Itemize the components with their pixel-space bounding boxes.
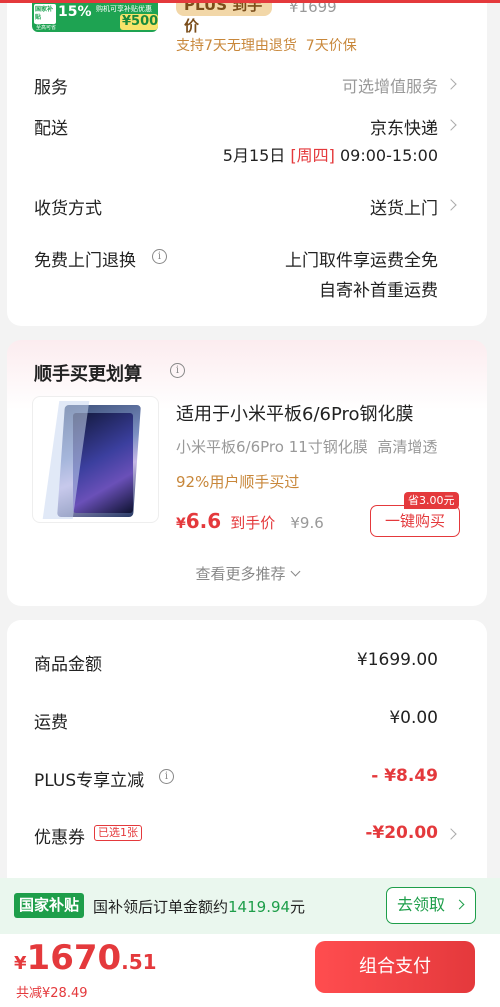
freight-value: ¥0.00 — [389, 708, 438, 728]
combined-pay-button[interactable]: 组合支付 — [315, 941, 475, 993]
coupon-badge: 已选1张 — [94, 825, 142, 841]
coupon-label: 优惠券 — [34, 828, 85, 848]
subsidy-promo-image: 国家补贴 15% 购机可享补贴优惠 至高可省 ¥500 — [32, 0, 158, 32]
return-label: 免费上门退换 — [34, 251, 136, 271]
guarantee-text[interactable]: 支持7天无理由退货 7天价保 — [176, 35, 357, 55]
promo-amount: ¥500 — [122, 14, 158, 29]
return-line2: 自寄补首重运费 — [319, 281, 438, 301]
promo-percent: 15% — [58, 4, 92, 20]
info-icon[interactable]: i — [170, 363, 185, 378]
chevron-right-icon — [454, 899, 465, 910]
total-price: ¥1670.51 — [14, 938, 157, 978]
bought-text: 92%用户顺手买过 — [176, 473, 300, 491]
subsidy-badge: 国家补贴 — [14, 893, 85, 918]
product-thumbnail[interactable] — [32, 396, 159, 523]
promo-line2: 至高可省 — [36, 25, 57, 31]
see-more-link[interactable]: 查看更多推荐 — [0, 563, 494, 584]
receive-label: 收货方式 — [34, 199, 102, 219]
subsidy-text: 国补领后订单金额约1419.94元 — [93, 898, 306, 916]
chevron-down-icon — [290, 566, 300, 577]
goods-amount-label: 商品金额 — [34, 655, 102, 675]
claim-button[interactable]: 去领取 — [386, 887, 476, 924]
plus-discount-value: - ¥8.49 — [371, 766, 438, 786]
addon-title: 顺手买更划算 — [34, 364, 142, 385]
product-subtitle: 小米平板6/6Pro 11寸钢化膜 高清增透 — [176, 438, 438, 456]
promo-line1: 购机可享补贴优惠 — [96, 5, 152, 13]
promo-badge: 国家补贴 — [35, 6, 54, 21]
info-icon[interactable]: i — [159, 769, 174, 784]
goods-amount-value: ¥1699.00 — [356, 650, 438, 670]
one-click-buy-button[interactable]: 一键购买 — [370, 505, 460, 537]
service-value[interactable]: 可选增值服务 — [342, 73, 438, 97]
total-saved: 共减¥28.49 — [16, 986, 88, 1001]
coupon-value[interactable]: -¥20.00 — [365, 823, 438, 843]
return-line1: 上门取件享运费全免 — [285, 251, 438, 271]
top-accent-line — [0, 0, 500, 3]
delivery-label: 配送 — [34, 119, 68, 139]
info-icon[interactable]: i — [152, 249, 167, 264]
plus-discount-label: PLUS专享立减 — [34, 771, 145, 791]
delivery-value[interactable]: 京东快递 — [370, 114, 438, 139]
delivery-time: 5月15日 [周四] 09:00-15:00 — [222, 146, 438, 165]
addon-price: ¥6.6 到手价 ¥9.6 — [176, 509, 324, 533]
service-label: 服务 — [34, 78, 68, 98]
product-title[interactable]: 适用于小米平板6/6Pro钢化膜 — [176, 400, 414, 426]
freight-label: 运费 — [34, 713, 68, 733]
receive-value[interactable]: 送货上门 — [370, 194, 438, 219]
